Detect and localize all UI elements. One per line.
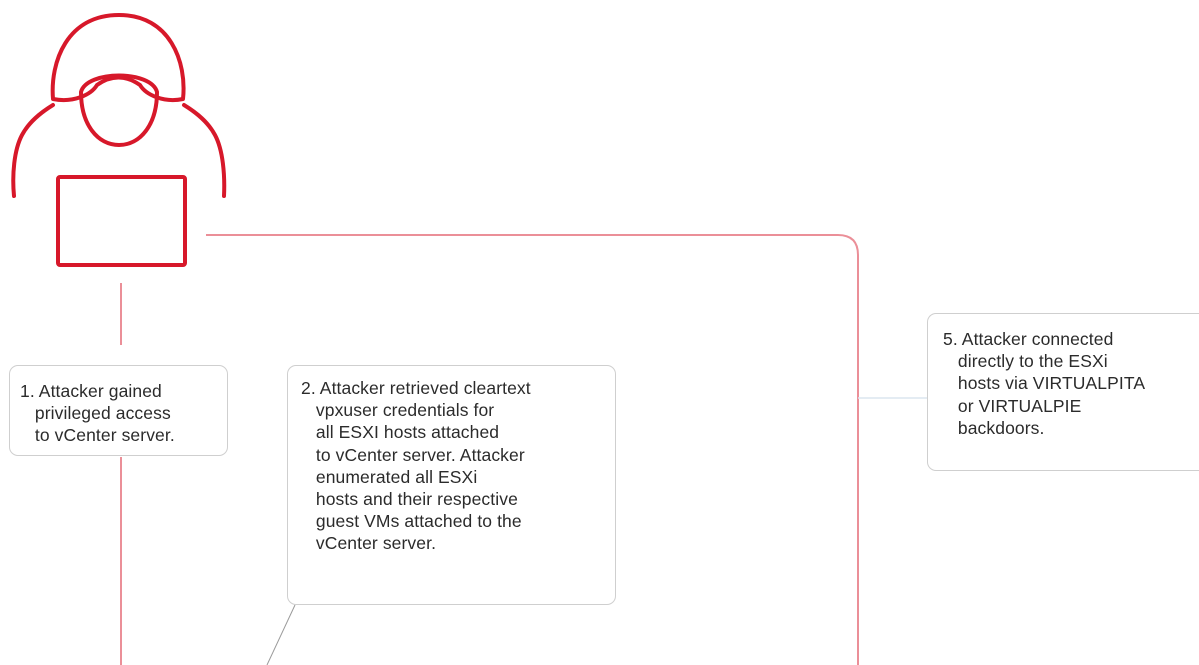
step-5-line: or VIRTUALPIE <box>943 395 1082 416</box>
step-2-line: guest VMs attached to the <box>301 511 522 532</box>
step-5-line: hosts via VIRTUALPITA <box>943 373 1146 394</box>
step-2-line: vCenter server. <box>301 533 437 554</box>
connector-step2-down <box>266 604 296 665</box>
step-2-note: 2. Attacker retrieved cleartext vpxuser … <box>287 365 616 605</box>
step-5-line: 5. Attacker connected <box>943 329 1114 349</box>
shoulder-left <box>11 103 55 198</box>
step-1-line: 1. Attacker gained <box>20 381 162 401</box>
step-2-line: all ESXI hosts attached <box>301 422 500 443</box>
step-1-line: to vCenter server. <box>20 425 175 446</box>
step-1-note: 1. Attacker gained privileged access to … <box>9 365 228 456</box>
face-outline <box>79 73 159 147</box>
step-1-line: privileged access <box>20 403 171 424</box>
hooded-attacker-laptop-icon <box>11 13 227 267</box>
shoulder-right <box>182 103 227 198</box>
step-2-line: to vCenter server. Attacker <box>301 444 525 465</box>
step-2-line: vpxuser credentials for <box>301 400 495 421</box>
step-2-line: hosts and their respective <box>301 489 518 510</box>
step-2-line: 2. Attacker retrieved cleartext <box>301 378 531 398</box>
laptop-screen <box>56 175 187 267</box>
step-5-note: 5. Attacker connected directly to the ES… <box>927 313 1199 471</box>
step-5-line: directly to the ESXi <box>943 351 1108 372</box>
step-5-line: backdoors. <box>943 417 1045 438</box>
step-2-line: enumerated all ESXi <box>301 466 478 487</box>
hood-outline <box>50 13 186 102</box>
